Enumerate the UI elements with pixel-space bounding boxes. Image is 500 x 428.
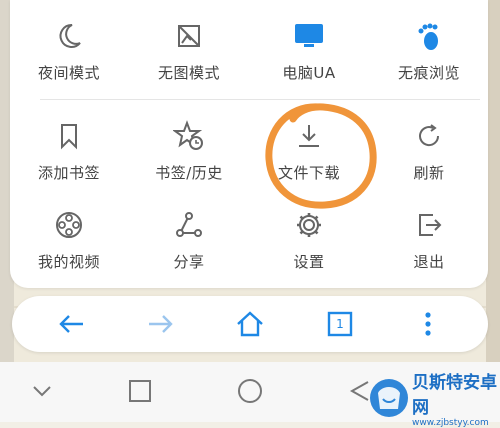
menu-item-label: 退出 <box>413 253 445 271</box>
bookmark-history-icon <box>171 118 207 154</box>
desktop-icon <box>291 18 327 54</box>
menu-item-label: 电脑UA <box>282 64 336 82</box>
back-button[interactable] <box>52 306 92 342</box>
menu-item-no-image-mode[interactable]: 无图模式 <box>130 18 248 90</box>
no-image-icon <box>171 18 207 54</box>
home-button[interactable] <box>230 306 270 342</box>
menu-item-incognito[interactable]: 无痕浏览 <box>370 18 488 90</box>
tab-count: 1 <box>336 317 344 331</box>
menu-item-share[interactable]: 分享 <box>130 207 248 279</box>
tabs-button[interactable]: 1 <box>320 306 360 342</box>
menu-item-bookmarks-history[interactable]: 书签/历史 <box>130 118 248 190</box>
share-icon <box>171 207 207 243</box>
browser-menu-sheet: 夜间模式 无图模式 电脑UA 无痕浏览 添加书签 书签/历史 文件下载 刷新 我… <box>10 0 488 288</box>
back-icon <box>59 315 83 333</box>
menu-item-label: 设置 <box>293 253 325 271</box>
site-watermark: 贝斯特安卓网 www.zjbstyy.com <box>370 373 498 428</box>
recent-apps-icon <box>129 380 151 402</box>
menu-item-settings[interactable]: 设置 <box>250 207 368 279</box>
nav-triangle-icon <box>349 381 369 401</box>
more-icon <box>425 312 431 336</box>
recent-apps-button[interactable] <box>122 376 158 406</box>
paper-right-edge <box>486 0 500 362</box>
nav-back-icon <box>33 386 51 397</box>
bookmark-icon <box>51 118 87 154</box>
menu-item-label: 添加书签 <box>37 164 100 182</box>
menu-item-my-videos[interactable]: 我的视频 <box>10 207 128 279</box>
menu-divider <box>40 99 480 100</box>
menu-item-desktop-ua[interactable]: 电脑UA <box>250 18 368 90</box>
bottom-browser-toolbar: 1 <box>12 296 488 352</box>
menu-item-label: 无痕浏览 <box>397 64 460 82</box>
menu-item-night-mode[interactable]: 夜间模式 <box>10 18 128 90</box>
film-reel-icon <box>51 207 87 243</box>
menu-item-label: 刷新 <box>413 164 445 182</box>
footprint-icon <box>411 18 447 54</box>
menu-item-label: 无图模式 <box>157 64 220 82</box>
watermark-title: 贝斯特安卓网 <box>412 373 497 418</box>
menu-item-label: 夜间模式 <box>37 64 100 82</box>
more-button[interactable] <box>408 306 448 342</box>
nav-back-button[interactable] <box>24 376 60 406</box>
watermark-url: www.zjbstyy.com <box>412 418 489 428</box>
menu-item-refresh[interactable]: 刷新 <box>370 118 488 190</box>
moon-icon <box>51 18 87 54</box>
watermark-logo-icon <box>370 379 408 417</box>
home-circle-icon <box>238 379 262 403</box>
forward-button[interactable] <box>140 306 180 342</box>
menu-item-add-bookmark[interactable]: 添加书签 <box>10 118 128 190</box>
menu-item-label: 分享 <box>173 253 205 271</box>
refresh-icon <box>411 118 447 154</box>
orange-highlight-circle <box>265 103 377 209</box>
exit-icon <box>411 207 447 243</box>
home-icon <box>237 311 263 337</box>
forward-icon <box>149 315 173 333</box>
menu-item-label: 书签/历史 <box>155 164 223 182</box>
home-nav-button[interactable] <box>232 376 268 406</box>
menu-item-exit[interactable]: 退出 <box>370 207 488 279</box>
menu-item-label: 我的视频 <box>37 253 100 271</box>
